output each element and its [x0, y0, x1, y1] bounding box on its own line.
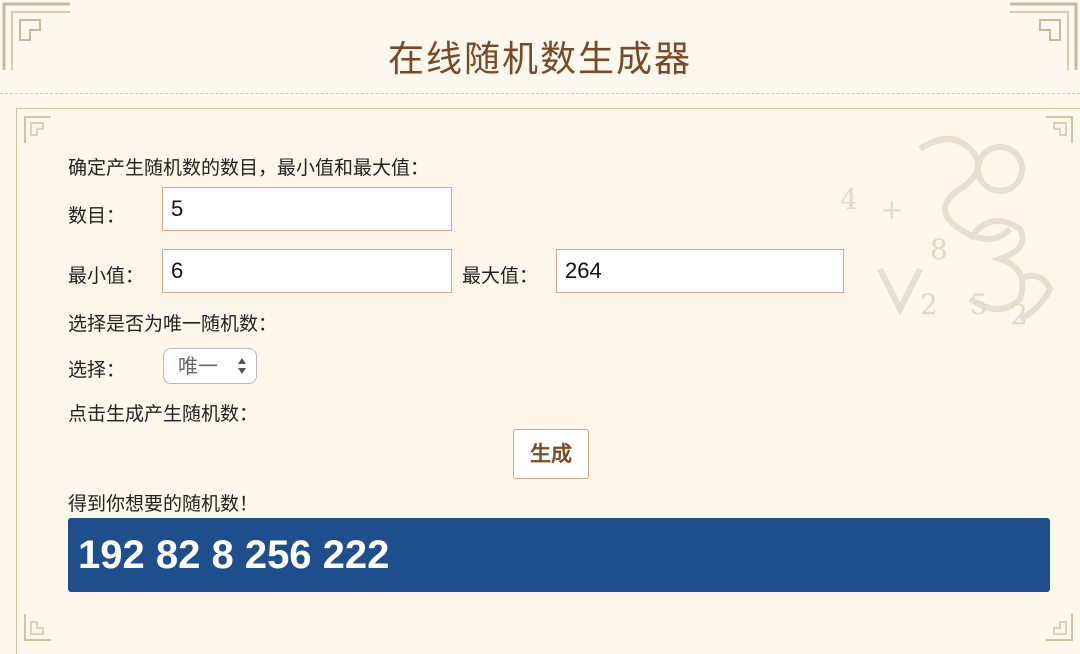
- unique-select[interactable]: 唯一: [163, 348, 257, 384]
- generator-panel: 8 2 5 2 + 4 确定产生随机数的数目，最小值和最大值： 数目： 5 最小…: [16, 108, 1080, 654]
- result-label: 得到你想要的随机数！: [68, 493, 259, 515]
- corner-ornament-icon: [21, 113, 61, 153]
- svg-text:5: 5: [970, 288, 988, 321]
- header: 在线随机数生成器: [0, 0, 1080, 94]
- page: 在线随机数生成器 8 2 5 2 + 4 确定产生随机数的数目，最小值和最大值：…: [0, 0, 1080, 654]
- count-input[interactable]: 5: [162, 187, 452, 231]
- unique-select-value: 唯一: [178, 354, 218, 378]
- unique-intro-label: 选择是否为唯一随机数：: [68, 313, 278, 335]
- generate-button[interactable]: 生成: [513, 429, 589, 479]
- numbers-decoration-icon: 8 2 5 2 + 4: [820, 109, 1080, 339]
- corner-ornament-icon: [21, 604, 61, 644]
- select-arrows-icon: [236, 354, 248, 378]
- select-label: 选择：: [68, 359, 126, 381]
- svg-text:2: 2: [1010, 298, 1028, 331]
- svg-text:4: 4: [840, 183, 858, 216]
- min-input[interactable]: 6: [162, 249, 452, 293]
- page-title: 在线随机数生成器: [387, 39, 692, 80]
- count-label: 数目：: [68, 205, 126, 227]
- max-label: 最大值：: [462, 265, 539, 287]
- min-label: 最小值：: [68, 265, 145, 287]
- corner-ornament-icon: [1036, 604, 1076, 644]
- generate-intro-label: 点击生成产生随机数：: [68, 403, 259, 425]
- intro-label: 确定产生随机数的数目，最小值和最大值：: [68, 157, 430, 179]
- svg-text:2: 2: [920, 288, 938, 321]
- svg-text:+: +: [880, 193, 903, 226]
- result-output: 192 82 8 256 222: [68, 518, 1050, 592]
- svg-text:8: 8: [930, 233, 948, 266]
- max-input[interactable]: 264: [556, 249, 844, 293]
